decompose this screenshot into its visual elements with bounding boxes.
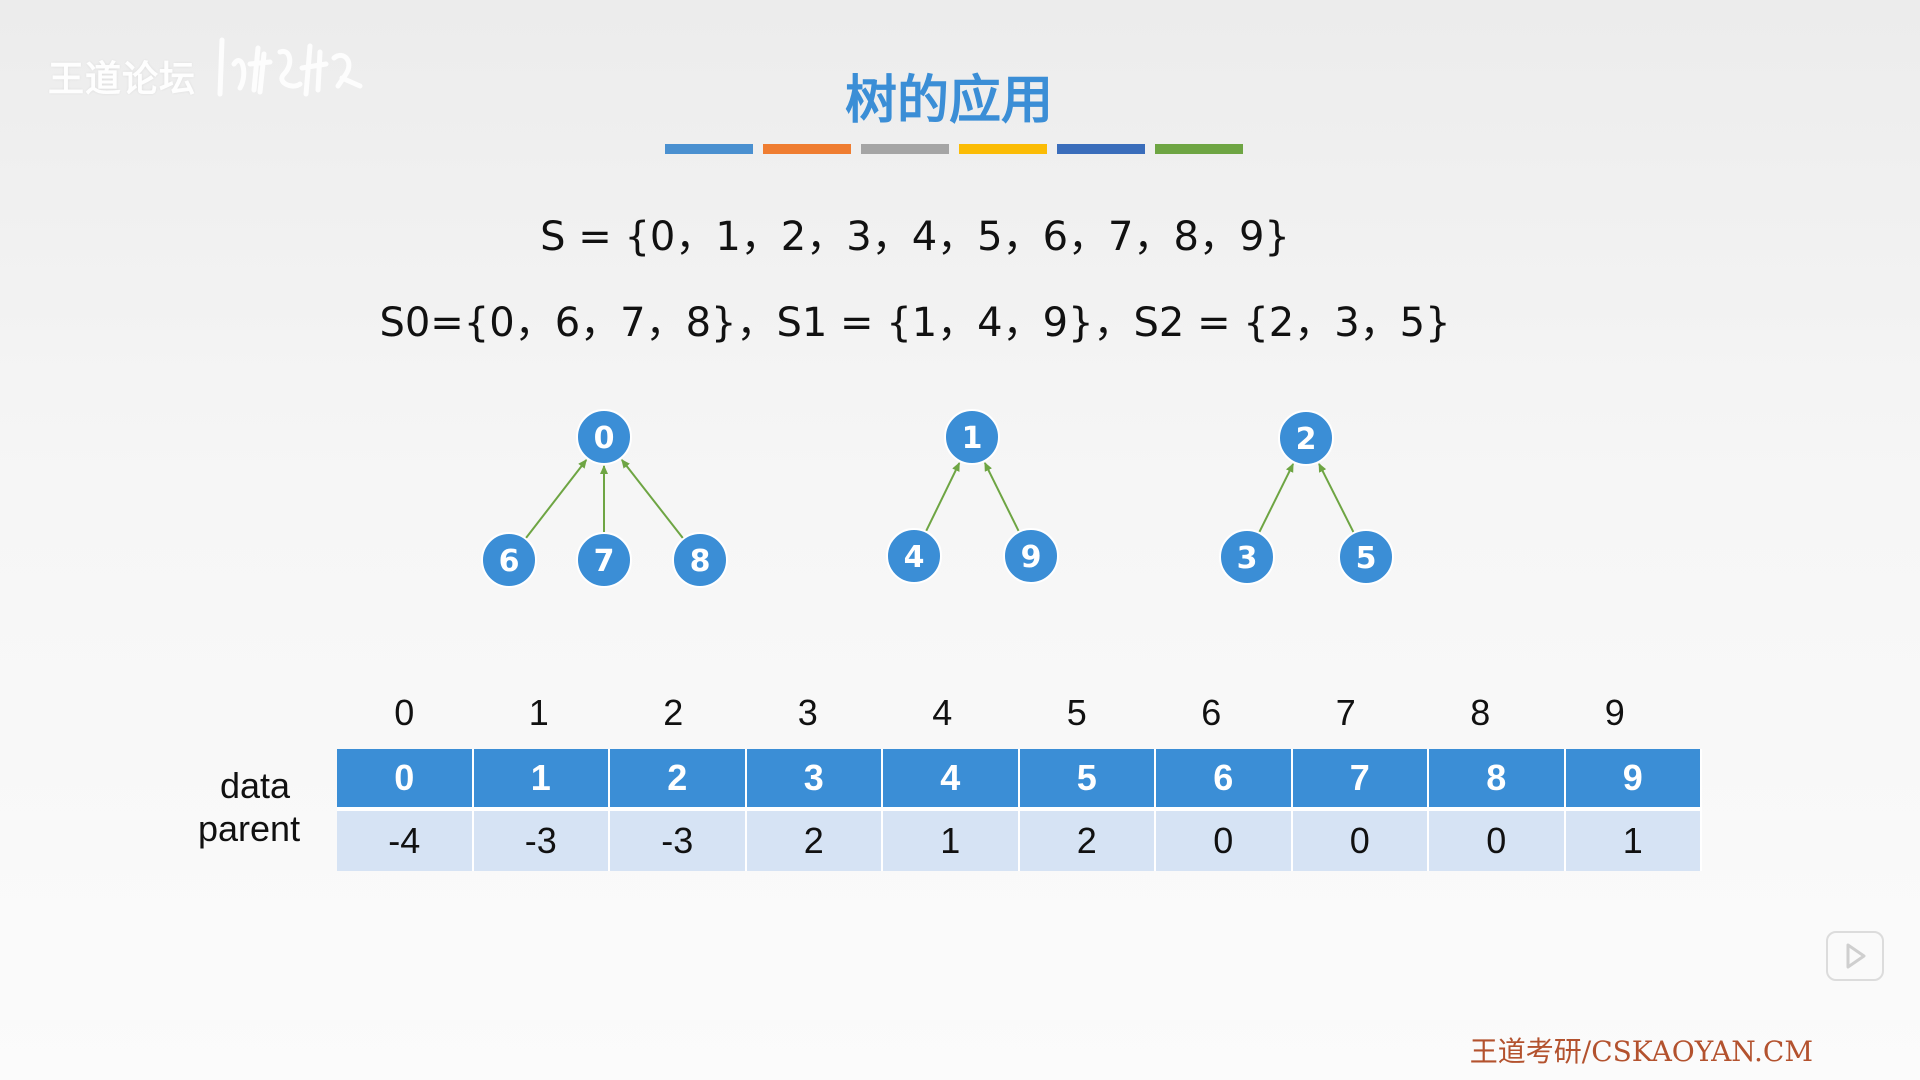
data-cell: 3 xyxy=(745,749,883,809)
tree-node-label: 1 xyxy=(962,421,983,456)
data-cell: 9 xyxy=(1564,749,1702,809)
parent-cell: 2 xyxy=(1018,807,1156,871)
tree-node-label: 5 xyxy=(1356,541,1377,576)
tv-play-icon[interactable] xyxy=(1826,931,1884,981)
tree-edge-arrow xyxy=(524,459,588,540)
tree-node: 1 xyxy=(944,409,1000,465)
tree-node-label: 9 xyxy=(1021,540,1042,575)
tree-node: 8 xyxy=(672,532,728,588)
array-index: 6 xyxy=(1201,692,1222,733)
parent-cell: 1 xyxy=(1564,807,1702,871)
tree-node: 9 xyxy=(1003,528,1059,584)
array-index-row: 0 1 2 3 4 5 6 7 8 9 xyxy=(337,692,1682,734)
tree-node-label: 2 xyxy=(1296,422,1317,457)
tree-edge-arrow xyxy=(983,462,1020,533)
array-index: 2 xyxy=(663,692,684,733)
data-cell: 5 xyxy=(1018,749,1156,809)
play-triangle-icon xyxy=(1846,943,1866,969)
data-cell: 8 xyxy=(1428,749,1566,809)
tree-node: 3 xyxy=(1219,529,1275,585)
tree-edge-arrow xyxy=(1318,463,1355,534)
tree-node-label: 6 xyxy=(499,544,520,579)
tree-node-label: 8 xyxy=(690,544,711,579)
tree-node: 5 xyxy=(1338,529,1394,585)
tree-edge-arrow xyxy=(924,462,961,533)
data-cell: 7 xyxy=(1291,749,1429,809)
parent-cell: 0 xyxy=(1291,807,1429,871)
data-row: 0123456789 xyxy=(337,749,1702,809)
array-index: 5 xyxy=(1066,692,1087,733)
array-index: 9 xyxy=(1604,692,1625,733)
tree-node: 2 xyxy=(1278,410,1334,466)
data-cell: 6 xyxy=(1155,749,1293,809)
tree-edge-arrow xyxy=(621,459,685,540)
footer-watermark: 王道考研/CSKAOYAN.CM xyxy=(1469,1035,1813,1068)
tree-edge-arrow xyxy=(1258,463,1295,534)
array-index: 7 xyxy=(1335,692,1356,733)
tree-node: 0 xyxy=(576,409,632,465)
array-index: 8 xyxy=(1470,692,1491,733)
data-cell: 2 xyxy=(609,749,747,809)
row-label-parent: parent xyxy=(198,808,301,849)
tree-node-label: 4 xyxy=(904,540,925,575)
array-index: 3 xyxy=(797,692,818,733)
data-cell: 1 xyxy=(472,749,610,809)
tree-node: 7 xyxy=(576,532,632,588)
data-cell: 4 xyxy=(882,749,1020,809)
data-cell: 0 xyxy=(337,749,474,809)
slide: 王道论坛 树的应用 S = {0，1，2，3，4，5，6，7，8，9} S0={… xyxy=(0,0,1920,1080)
parent-cell: -3 xyxy=(609,807,747,871)
parent-array-table: 0123456789 -4 -3 -3 2 1 2 0 0 0 1 xyxy=(337,749,1702,871)
parent-cell: -3 xyxy=(472,807,610,871)
tree-node-label: 3 xyxy=(1237,541,1258,576)
parent-cell: -4 xyxy=(337,807,474,871)
tree-node-label: 7 xyxy=(594,544,615,579)
tree-node: 4 xyxy=(886,528,942,584)
tree-node-label: 0 xyxy=(594,421,615,456)
parent-cell: 2 xyxy=(745,807,883,871)
union-find-forest: 6 7 8 0 4 9 1 3 5 2 xyxy=(481,409,1394,588)
tree-node: 6 xyxy=(481,532,537,588)
parent-cell: 0 xyxy=(1155,807,1293,871)
parent-row: -4 -3 -3 2 1 2 0 0 0 1 xyxy=(337,807,1702,871)
parent-cell: 1 xyxy=(882,807,1020,871)
array-index: 4 xyxy=(932,692,953,733)
array-index: 1 xyxy=(528,692,549,733)
row-label-data: data xyxy=(220,765,291,806)
array-index: 0 xyxy=(394,692,415,733)
parent-cell: 0 xyxy=(1428,807,1566,871)
